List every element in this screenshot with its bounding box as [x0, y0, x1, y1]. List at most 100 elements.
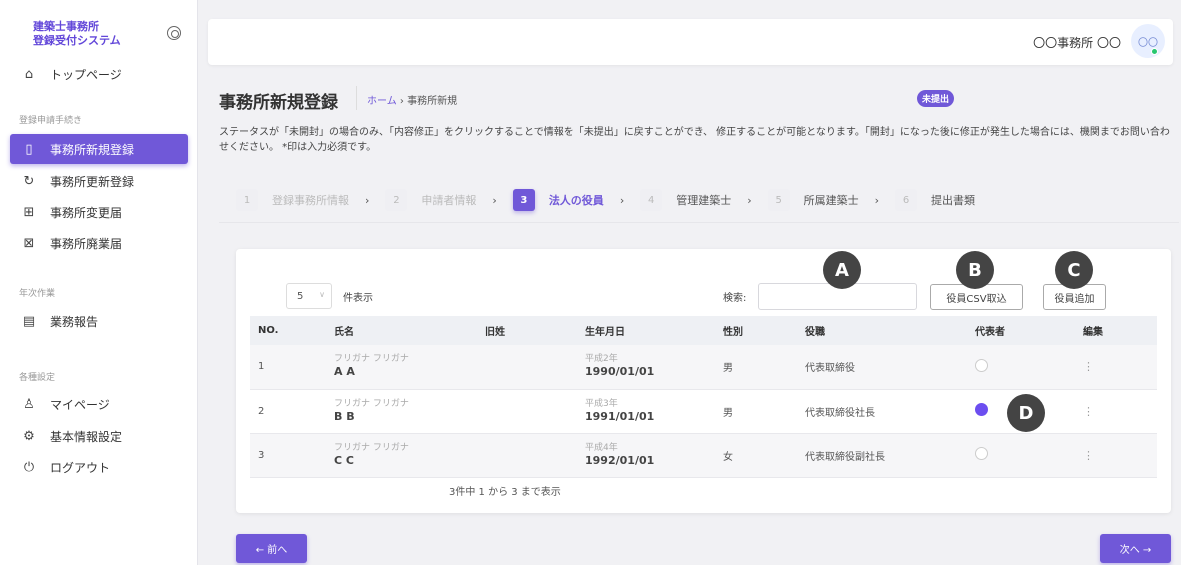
breadcrumb: ホーム › 事務所新規 — [367, 92, 457, 107]
step-4[interactable]: 4 管理建築士 — [640, 189, 731, 211]
chevron-right-icon: › — [874, 193, 880, 207]
sidebar: 建築士事務所 登録受付システム ⌂ トップページ 登録申請手続き ▯ 事務所新規… — [0, 0, 198, 565]
column-header[interactable]: 旧姓 — [477, 316, 577, 345]
step-number: 5 — [767, 189, 790, 211]
sidebar-item-closure[interactable]: ⊠ 事務所廃業届 — [10, 228, 188, 258]
breadcrumb-current: 事務所新規 — [407, 96, 458, 107]
next-button[interactable]: 次へ → — [1100, 534, 1171, 563]
name-cell: フリガナ フリガナ A A — [326, 345, 477, 390]
dob-value: 1991/01/01 — [585, 409, 655, 423]
sidebar-item-label: トップページ — [50, 67, 122, 82]
previous-button[interactable]: ← 前へ — [236, 534, 307, 563]
sidebar-item-basic-settings[interactable]: ⚙ 基本情報設定 — [10, 421, 188, 451]
callout-d-marker: D — [1007, 394, 1045, 432]
column-header[interactable]: 氏名 — [326, 316, 477, 345]
sidebar-section-annual: 年次作業 — [19, 289, 56, 299]
avatar-initials: 〇〇 — [1138, 37, 1158, 49]
name-kana: フリガナ フリガナ — [334, 354, 409, 365]
step-1[interactable]: 1 登録事務所情報 — [236, 189, 349, 211]
more-options-icon[interactable]: ⋮ — [1083, 449, 1094, 462]
sidebar-item-new-registration[interactable]: ▯ 事務所新規登録 — [10, 134, 188, 164]
sidebar-item-label: 事務所更新登録 — [50, 174, 135, 189]
representative-cell — [967, 345, 1075, 390]
brand-line-1: 建築士事務所 — [33, 20, 99, 33]
callout-a-marker: A — [823, 251, 861, 289]
old-name — [477, 345, 577, 390]
sidebar-item-top[interactable]: ⌂ トップページ — [10, 59, 188, 89]
step-label: 法人の役員 — [548, 194, 604, 207]
old-name — [477, 389, 577, 434]
page-length-value: 5 — [297, 290, 304, 302]
step-label: 管理建築士 — [676, 194, 732, 207]
sidebar-section-registration: 登録申請手続き — [19, 116, 83, 126]
page-length-select[interactable]: 5 ∨ — [286, 283, 332, 309]
breadcrumb-home-link[interactable]: ホーム — [367, 96, 397, 107]
top-bar: 〇〇事務所 〇〇 〇〇 — [208, 19, 1173, 65]
step-2[interactable]: 2 申請者情報 — [385, 189, 476, 211]
edit-cell: ⋮ — [1075, 433, 1157, 478]
column-header[interactable]: 代表者 — [967, 316, 1075, 345]
chevron-right-icon: › — [492, 193, 497, 207]
dob-cell: 平成2年 1990/01/01 — [577, 345, 715, 390]
name-cell: フリガナ フリガナ B B — [326, 389, 477, 434]
more-options-icon[interactable]: ⋮ — [1083, 360, 1094, 373]
sidebar-item-logout[interactable]: ⏻ ログアウト — [10, 452, 188, 482]
sidebar-item-label: 事務所新規登録 — [50, 142, 135, 157]
document-icon: ▯ — [25, 141, 33, 157]
column-header[interactable]: 編集 — [1075, 316, 1157, 345]
callout-b-marker: B — [956, 251, 994, 289]
breadcrumb-separator-icon: › — [399, 96, 404, 107]
row-number: 3 — [250, 433, 326, 478]
table-row: 3 フリガナ フリガナ C C 平成4年 1992/01/01 女 代表取締役副… — [250, 433, 1157, 478]
representative-radio[interactable] — [975, 403, 988, 416]
dob-era: 平成4年 — [585, 442, 618, 453]
column-header[interactable]: 性別 — [715, 316, 797, 345]
old-name — [477, 433, 577, 478]
table-header-row: NO. 氏名 旧姓 生年月日 性別 役職 代表者 編集 — [250, 316, 1157, 345]
dob-cell: 平成4年 1992/01/01 — [577, 433, 715, 478]
name-value: B B — [334, 409, 355, 423]
sidebar-toggle-icon[interactable] — [167, 26, 181, 40]
row-number: 2 — [250, 389, 326, 434]
step-6[interactable]: 6 提出書類 — [895, 189, 975, 211]
step-number: 1 — [236, 189, 258, 211]
name-kana: フリガナ フリガナ — [334, 398, 409, 409]
officers-card: 5 ∨ 件表示 検索: 役員CSV取込 役員追加 NO. 氏名 旧姓 生年月日 … — [236, 249, 1171, 513]
page-title: 事務所新規登録 — [219, 93, 338, 113]
sidebar-item-mypage[interactable]: ♙ マイページ — [10, 389, 188, 419]
callout-c-marker: C — [1055, 251, 1093, 289]
sidebar-item-change[interactable]: ⊞ 事務所変更届 — [10, 197, 188, 227]
user-name[interactable]: 〇〇事務所 〇〇 — [1033, 34, 1121, 51]
avatar[interactable]: 〇〇 — [1131, 24, 1165, 58]
step-label: 登録事務所情報 — [272, 194, 349, 207]
page-length-label: 件表示 — [343, 293, 373, 304]
chevron-down-icon: ∨ — [319, 290, 325, 299]
chevron-right-icon: › — [619, 193, 625, 207]
title-divider — [356, 86, 357, 110]
dob-value: 1992/01/01 — [585, 453, 655, 467]
gender: 男 — [715, 389, 797, 434]
column-header[interactable]: 役職 — [797, 316, 967, 345]
step-progress: 1 登録事務所情報 › 2 申請者情報 › 3 法人の役員 › 4 管理建築士 … — [219, 178, 1179, 223]
representative-radio[interactable] — [975, 447, 988, 460]
search-label: 検索: — [723, 293, 747, 304]
sidebar-item-business-report[interactable]: ▤ 業務報告 — [10, 306, 188, 336]
online-status-icon — [1151, 48, 1158, 55]
step-5[interactable]: 5 所属建築士 — [767, 189, 859, 211]
step-3[interactable]: 3 法人の役員 — [512, 189, 604, 211]
chevron-right-icon: › — [365, 193, 370, 207]
representative-cell — [967, 433, 1075, 478]
name-kana: フリガナ フリガナ — [334, 442, 409, 453]
app-brand[interactable]: 建築士事務所 登録受付システム — [33, 20, 143, 48]
sidebar-item-label: ログアウト — [50, 460, 111, 475]
step-label: 提出書類 — [931, 194, 976, 207]
column-header[interactable]: 生年月日 — [577, 316, 715, 345]
gender: 女 — [715, 433, 797, 478]
column-header[interactable]: NO. — [250, 316, 326, 345]
notice-text: ステータスが「未開封」の場合のみ、「内容修正」をクリックすることで情報を「未提出… — [219, 127, 1170, 153]
row-number: 1 — [250, 345, 326, 390]
more-options-icon[interactable]: ⋮ — [1083, 405, 1094, 418]
sidebar-section-settings: 各種設定 — [19, 373, 56, 383]
representative-radio[interactable] — [975, 358, 988, 372]
sidebar-item-renewal[interactable]: ↻ 事務所更新登録 — [10, 166, 188, 196]
